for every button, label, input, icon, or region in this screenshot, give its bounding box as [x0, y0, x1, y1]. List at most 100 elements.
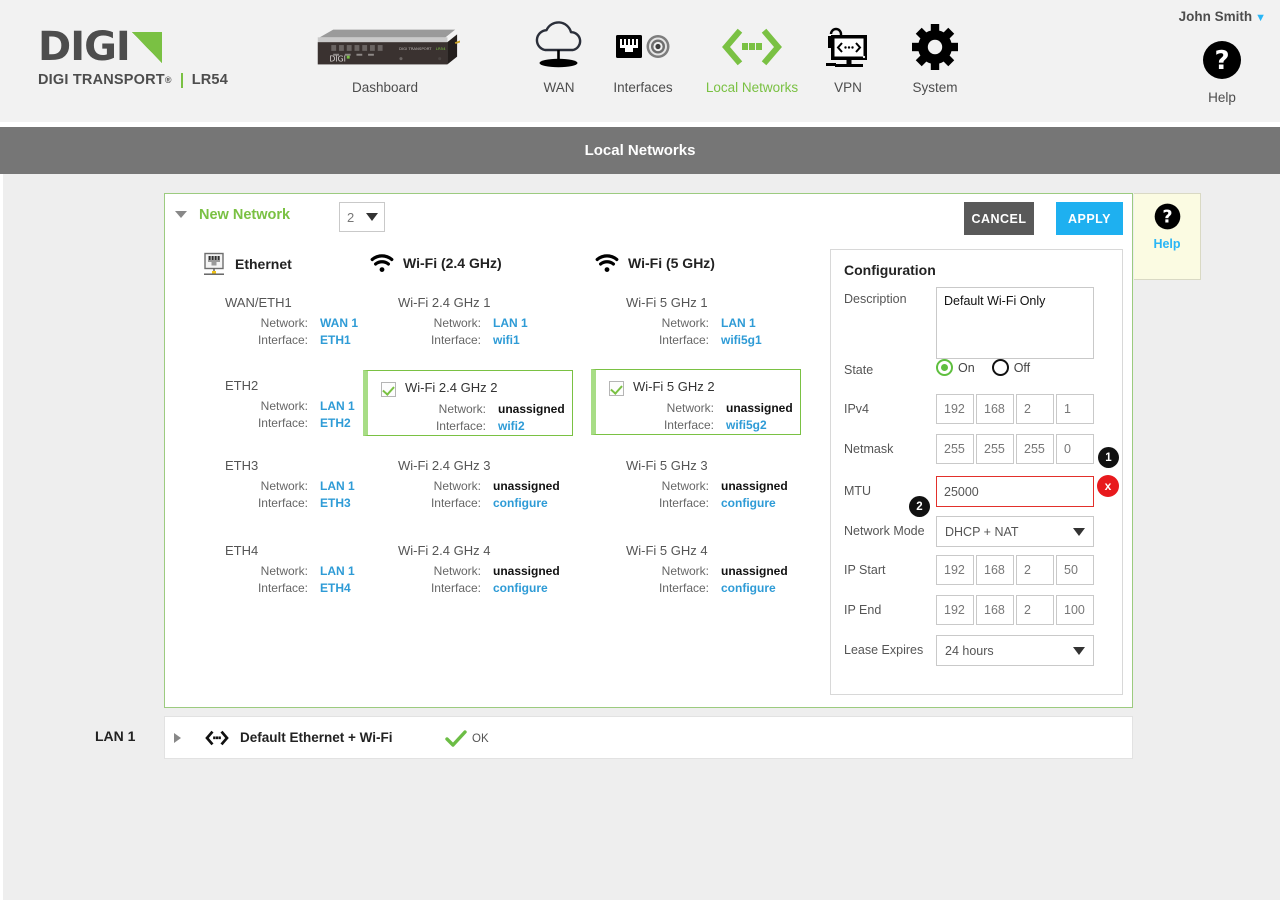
field-value[interactable]: wifi2	[498, 418, 525, 435]
lease-expires-select[interactable]: 24 hours	[936, 635, 1094, 666]
chevron-down-icon	[366, 213, 378, 221]
mtu-error-icon[interactable]: x	[1097, 475, 1119, 497]
ip-end-octet-3[interactable]	[1016, 595, 1054, 625]
field-key: Interface:	[435, 419, 486, 433]
state-radio-on[interactable]	[936, 359, 953, 376]
field-key: Network:	[661, 479, 709, 493]
mtu-label: MTU	[844, 484, 872, 498]
field-value[interactable]: LAN 1	[320, 478, 355, 495]
field-key: Interface:	[257, 333, 308, 347]
ipv4-octet-2[interactable]	[976, 394, 1014, 424]
ip-start-octet-4[interactable]	[1056, 555, 1094, 585]
netmask-octet-1[interactable]	[936, 434, 974, 464]
field-value[interactable]: LAN 1	[493, 315, 528, 332]
column-heading-wifi5: Wi-Fi (5 GHz)	[595, 252, 715, 274]
field-value[interactable]: configure	[493, 580, 548, 597]
registered-mark: ®	[164, 75, 172, 85]
state-label: State	[844, 363, 874, 377]
ipv4-octet-3[interactable]	[1016, 394, 1054, 424]
interface-block[interactable]: Wi-Fi 2.4 GHz 1 Network: LAN 1 Interface…	[398, 295, 598, 349]
help-side-tab[interactable]: ? Help	[1134, 193, 1201, 280]
nav-label-system: System	[912, 80, 958, 95]
field-value: unassigned	[493, 564, 560, 578]
user-menu[interactable]: John Smith ▼	[1179, 9, 1266, 24]
ip-end-octet-2[interactable]	[976, 595, 1014, 625]
interface-block[interactable]: Wi-Fi 5 GHz 3 Network: unassigned Interf…	[626, 458, 826, 512]
ip-end-octet-1[interactable]	[936, 595, 974, 625]
ipv4-octet-4[interactable]	[1056, 394, 1094, 424]
expand-triangle-icon[interactable]	[174, 733, 181, 743]
interface-title: Wi-Fi 2.4 GHz 2	[405, 380, 498, 395]
column-heading-wifi24: Wi-Fi (2.4 GHz)	[370, 252, 502, 274]
field-value[interactable]: ETH1	[320, 332, 351, 349]
interface-block[interactable]: Wi-Fi 2.4 GHz 3 Network: unassigned Inte…	[398, 458, 598, 512]
interface-block[interactable]: ETH4 Network: LAN 1 Interface: ETH4	[225, 543, 425, 597]
field-value[interactable]: wifi1	[493, 332, 520, 349]
field-value[interactable]: LAN 1	[721, 315, 756, 332]
lease-expires-value: 24 hours	[945, 643, 994, 658]
field-key: Network:	[438, 402, 486, 416]
interface-checkbox[interactable]	[609, 381, 624, 396]
field-value[interactable]: LAN 1	[320, 563, 355, 580]
help-side-tab-label: Help	[1153, 237, 1181, 251]
field-key: Interface:	[430, 581, 481, 595]
apply-button[interactable]: APPLY	[1056, 202, 1123, 235]
netmask-label: Netmask	[844, 442, 894, 456]
netmask-octet-2[interactable]	[976, 434, 1014, 464]
selected-interface-box-wifi5g2[interactable]: Wi-Fi 5 GHz 2 Network: unassigned Interf…	[591, 369, 801, 435]
interface-field: Interface: ETH3	[225, 495, 425, 512]
interface-field: Interface: configure	[398, 495, 598, 512]
field-value[interactable]: LAN 1	[320, 398, 355, 415]
field-key: Network:	[661, 316, 709, 330]
interface-field: Network: unassigned	[368, 401, 578, 418]
field-value[interactable]: wifi5g2	[726, 417, 767, 434]
state-radio-off[interactable]	[991, 359, 1009, 376]
interface-block[interactable]: Wi-Fi 5 GHz 1 Network: LAN 1 Interface: …	[626, 295, 826, 349]
interface-block[interactable]: Wi-Fi 5 GHz 4 Network: unassigned Interf…	[626, 543, 826, 597]
nav-item-dashboard[interactable]: DIGI DIGI TRANSPORT LR54 Dashboard	[310, 18, 460, 95]
wifi-icon	[370, 254, 394, 272]
question-circle-icon: ?	[1203, 41, 1241, 79]
help-button[interactable]: ? Help	[1182, 40, 1262, 105]
configuration-panel: Configuration Description State On Off I…	[830, 249, 1123, 695]
new-network-card: New Network 2 CANCEL APPLY Ethernet Wi-F…	[164, 193, 1133, 708]
field-value[interactable]: configure	[721, 580, 776, 597]
field-value[interactable]: configure	[721, 495, 776, 512]
network-number-select[interactable]: 2	[339, 202, 385, 232]
field-value[interactable]: ETH4	[320, 580, 351, 597]
interface-block[interactable]: Wi-Fi 2.4 GHz 4 Network: unassigned Inte…	[398, 543, 598, 597]
cancel-button[interactable]: CANCEL	[964, 202, 1034, 235]
ip-start-octet-1[interactable]	[936, 555, 974, 585]
field-value[interactable]: ETH3	[320, 495, 351, 512]
netmask-octet-3[interactable]	[1016, 434, 1054, 464]
network-mode-select[interactable]: DHCP + NAT	[936, 516, 1094, 547]
interface-field: Network: LAN 1	[225, 478, 425, 495]
mtu-input[interactable]	[936, 476, 1094, 507]
lan-row[interactable]: Default Ethernet + Wi-Fi OK	[164, 716, 1133, 759]
ip-start-octet-2[interactable]	[976, 555, 1014, 585]
field-value[interactable]: ETH2	[320, 415, 351, 432]
left-edge-strip	[0, 174, 3, 900]
nav-item-system[interactable]: System	[860, 18, 1010, 95]
page-title-bar: Local Networks	[0, 127, 1280, 174]
field-value[interactable]: WAN 1	[320, 315, 358, 332]
selected-interface-box-wifi2[interactable]: Wi-Fi 2.4 GHz 2 Network: unassigned Inte…	[363, 370, 573, 436]
interface-field: Interface: wifi5g2	[596, 417, 806, 434]
interface-field: Network: WAN 1	[225, 315, 425, 332]
interface-block[interactable]: WAN/ETH1 Network: WAN 1 Interface: ETH1	[225, 295, 425, 349]
ip-end-octet-4[interactable]	[1056, 595, 1094, 625]
configuration-title: Configuration	[844, 262, 936, 278]
ipv4-octet-1[interactable]	[936, 394, 974, 424]
interface-block[interactable]: ETH3 Network: LAN 1 Interface: ETH3	[225, 458, 425, 512]
state-off-label: Off	[1013, 360, 1031, 375]
ip-start-octet-3[interactable]	[1016, 555, 1054, 585]
field-value[interactable]: wifi5g1	[721, 332, 762, 349]
netmask-octet-4[interactable]	[1056, 434, 1094, 464]
top-bar: DIGI DIGI TRANSPORT ® LR54 DIGI DIGI TRA…	[0, 0, 1280, 122]
field-key: Network:	[260, 316, 308, 330]
field-value[interactable]: configure	[493, 495, 548, 512]
collapse-triangle-icon[interactable]	[175, 211, 187, 218]
interface-checkbox[interactable]	[381, 382, 396, 397]
product-model: LR54	[191, 72, 228, 88]
description-input[interactable]	[936, 287, 1094, 359]
